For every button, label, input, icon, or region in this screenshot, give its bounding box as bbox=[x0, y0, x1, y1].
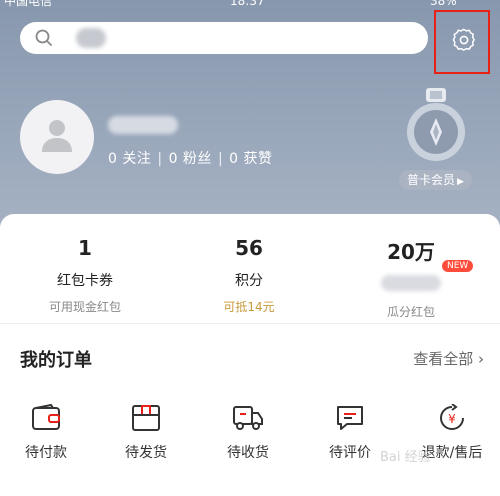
wallet-icon bbox=[32, 404, 60, 430]
order-pending-receipt[interactable]: 待收货 bbox=[198, 404, 298, 462]
truck-icon bbox=[233, 406, 263, 430]
user-silhouette-icon bbox=[42, 120, 72, 152]
order-label: 待收货 bbox=[227, 445, 269, 461]
settings-button[interactable] bbox=[434, 10, 490, 74]
order-pending-payment[interactable]: 待付款 bbox=[0, 404, 96, 462]
order-label: 待发货 bbox=[125, 445, 167, 461]
svg-text:¥: ¥ bbox=[448, 412, 456, 426]
view-all-label: 查看全部 bbox=[413, 350, 474, 368]
new-badge: NEW bbox=[442, 260, 474, 272]
membership-level-button[interactable]: 普卡会员 ▶ bbox=[399, 170, 472, 190]
clock: 18:37 bbox=[230, 0, 265, 8]
search-icon bbox=[34, 28, 54, 48]
refund-icon: ¥ bbox=[440, 404, 464, 430]
asset-label-redacted bbox=[331, 275, 491, 295]
orders-header: 我的订单 查看全部 › bbox=[20, 344, 484, 374]
order-label: 待付款 bbox=[25, 445, 67, 461]
asset-subtitle: 可抵14元 bbox=[223, 300, 275, 314]
likes-count[interactable]: 0 获赞 bbox=[229, 151, 272, 167]
asset-subtitle: 瓜分红包 bbox=[386, 305, 435, 319]
asset-value: 56 bbox=[235, 236, 263, 260]
asset-label: 红包卡券 bbox=[57, 273, 113, 289]
divider: | bbox=[157, 151, 163, 167]
membership-level-label: 普卡会员 bbox=[407, 173, 456, 187]
chevron-right-icon: ▶ bbox=[457, 177, 464, 187]
search-input[interactable] bbox=[20, 22, 428, 54]
package-icon bbox=[132, 405, 160, 431]
asset-points[interactable]: 56 积分 可抵14元 bbox=[169, 236, 329, 315]
assets-row: 1 红包卡券 可用现金红包 56 积分 可抵14元 20万 瓜分红包 NEW bbox=[0, 214, 500, 324]
fans-count[interactable]: 0 粉丝 bbox=[169, 151, 212, 167]
membership-badge-icon[interactable] bbox=[406, 88, 466, 164]
content-card: 1 红包卡券 可用现金红包 56 积分 可抵14元 20万 瓜分红包 NEW 我… bbox=[0, 214, 500, 496]
comment-icon bbox=[337, 406, 363, 430]
username-redacted bbox=[108, 116, 178, 134]
chevron-right-icon: › bbox=[478, 350, 484, 368]
asset-coupons[interactable]: 1 红包卡券 可用现金红包 bbox=[5, 236, 165, 315]
avatar[interactable] bbox=[20, 100, 94, 174]
social-stats: 0 关注 | 0 粉丝 | 0 获赞 bbox=[108, 148, 273, 168]
asset-label: 积分 bbox=[235, 273, 263, 289]
divider: | bbox=[217, 151, 224, 167]
order-pending-shipment[interactable]: 待发货 bbox=[96, 404, 196, 462]
status-bar: 中国电信 18:37 38% bbox=[0, 0, 500, 8]
battery-level: 38% bbox=[430, 0, 457, 8]
gear-icon bbox=[452, 28, 475, 51]
view-all-orders-link[interactable]: 查看全部 › bbox=[413, 348, 484, 369]
asset-red-packet[interactable]: 20万 瓜分红包 bbox=[331, 236, 491, 320]
watermark: Bai 经验 bbox=[380, 450, 431, 465]
orders-title: 我的订单 bbox=[20, 350, 92, 371]
following-count[interactable]: 0 关注 bbox=[108, 151, 151, 167]
carrier-label: 中国电信 bbox=[4, 0, 53, 8]
asset-subtitle: 可用现金红包 bbox=[48, 300, 121, 314]
search-placeholder-redacted bbox=[76, 28, 106, 48]
asset-value: 1 bbox=[78, 236, 92, 260]
